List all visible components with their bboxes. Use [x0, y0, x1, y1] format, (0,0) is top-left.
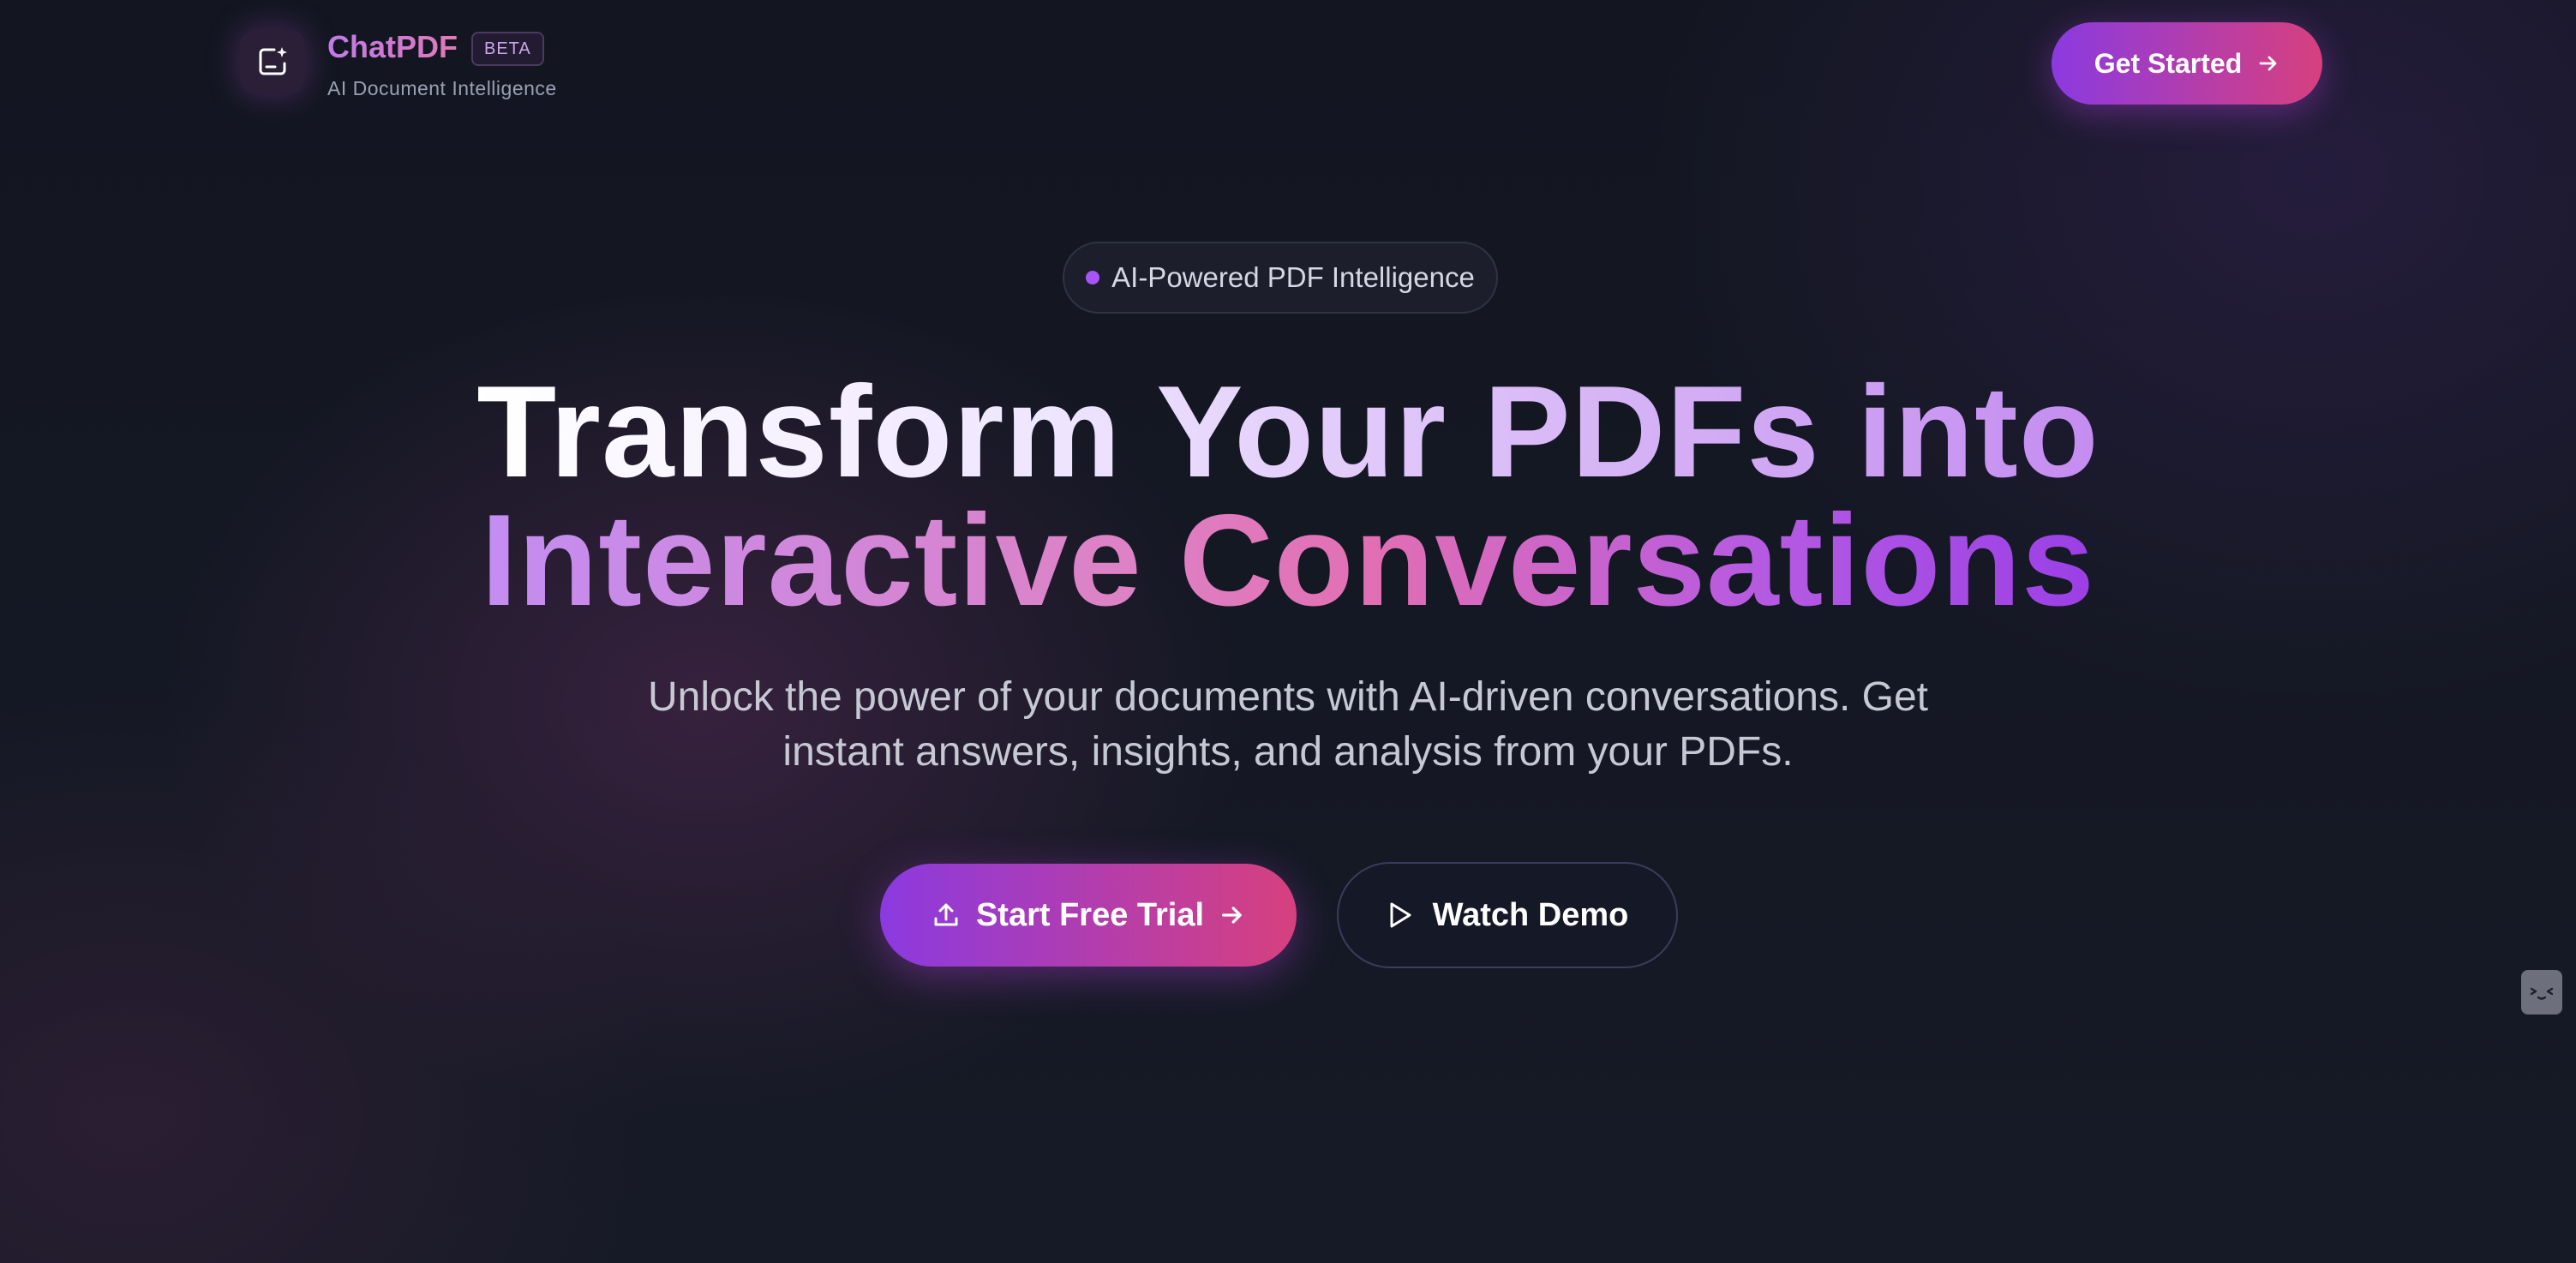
message-sparkle-icon	[259, 47, 287, 75]
brand-tagline: AI Document Intelligence	[327, 77, 557, 99]
feature-pill: AI-Powered PDF Intelligence	[1063, 242, 1498, 314]
feature-pill-label: AI-Powered PDF Intelligence	[1111, 261, 1475, 293]
floating-widget[interactable]	[2521, 970, 2562, 1015]
status-dot	[1086, 271, 1100, 284]
hero-subtitle-line2: instant answers, insights, and analysis …	[782, 729, 1794, 775]
watch-demo-label: Watch Demo	[1432, 896, 1629, 933]
start-free-trial-label: Start Free Trial	[975, 896, 1205, 933]
hero-headline-line1-text: Transform Your PDFs into	[476, 359, 2100, 505]
start-free-trial-button[interactable]: Start Free Trial	[880, 864, 1297, 967]
hero-subtitle-line1: Unlock the power of your documents with …	[647, 674, 1929, 720]
face-icon	[2530, 987, 2554, 1000]
brand-name[interactable]: ChatPDF	[327, 29, 458, 65]
logo[interactable]	[240, 29, 305, 94]
upload-icon	[934, 903, 958, 926]
arrow-right-icon	[2259, 56, 2277, 71]
hero-headline-line2-text: Interactive Conversations	[481, 488, 2095, 633]
landing-page: ChatPDF BETA AI Document Intelligence Ge…	[0, 0, 2576, 1263]
play-icon	[1390, 902, 1411, 928]
hero-headline-line1: Transform Your PDFs into	[0, 367, 2576, 497]
hero-headline-line2: Interactive Conversations	[0, 495, 2576, 626]
get-started-label: Get Started	[2094, 47, 2243, 79]
beta-badge: BETA	[471, 32, 544, 66]
get-started-button[interactable]: Get Started	[2052, 22, 2322, 105]
arrow-right-icon	[1222, 907, 1242, 924]
watch-demo-button[interactable]: Watch Demo	[1337, 862, 1678, 968]
